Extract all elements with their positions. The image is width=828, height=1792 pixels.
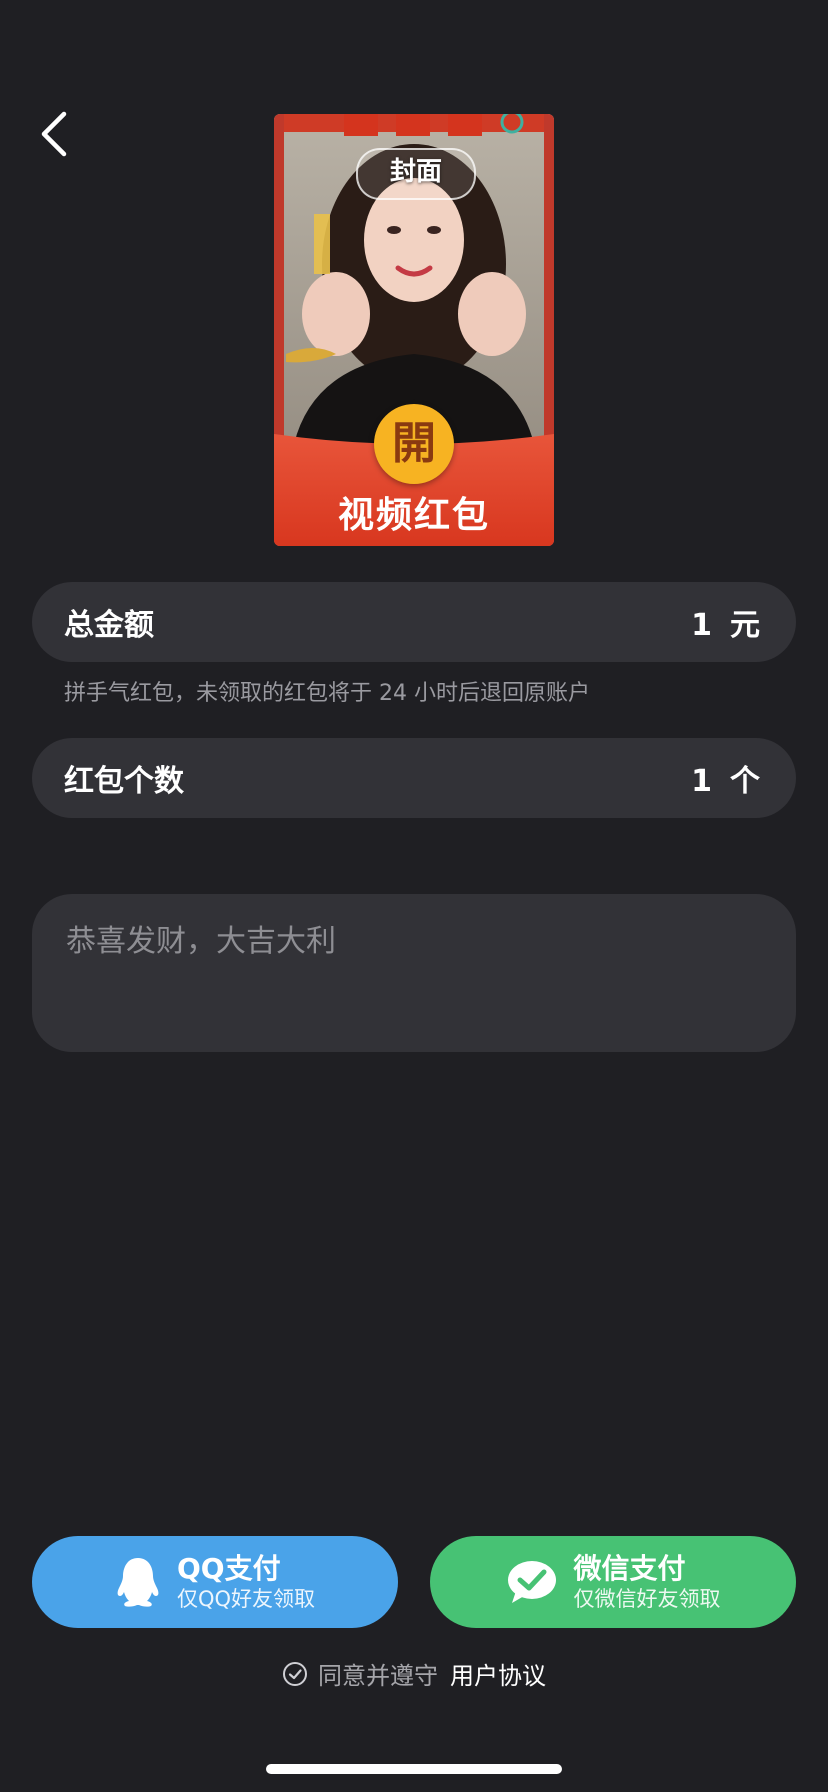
wechat-icon bbox=[506, 1559, 558, 1605]
chevron-left-icon bbox=[41, 111, 67, 157]
home-indicator bbox=[266, 1764, 562, 1774]
total-amount-row[interactable]: 总金额 1元 bbox=[32, 582, 796, 662]
qq-pay-subtitle: 仅QQ好友领取 bbox=[176, 1587, 316, 1611]
agreement-text: 同意并遵守 bbox=[318, 1662, 438, 1690]
envelope-cover[interactable]: 封面 開 视频红包 bbox=[274, 114, 554, 546]
greeting-box bbox=[32, 894, 796, 1052]
cover-label[interactable]: 封面 bbox=[356, 148, 476, 200]
wechat-pay-subtitle: 仅微信好友领取 bbox=[573, 1587, 721, 1611]
total-amount-number: 1 bbox=[691, 608, 712, 643]
qq-pay-button[interactable]: QQ支付 仅QQ好友领取 bbox=[32, 1536, 398, 1628]
greeting-input[interactable] bbox=[64, 914, 768, 1036]
total-amount-value[interactable]: 1元 bbox=[691, 600, 760, 644]
qq-pay-title: QQ支付 bbox=[176, 1552, 281, 1585]
open-badge: 開 bbox=[374, 404, 454, 484]
qq-penguin-icon bbox=[115, 1556, 161, 1608]
wechat-pay-button[interactable]: 微信支付 仅微信好友领取 bbox=[430, 1536, 796, 1628]
envelope-count-number: 1 bbox=[691, 764, 712, 799]
envelope-count-unit: 个 bbox=[730, 764, 760, 799]
total-amount-label: 总金额 bbox=[64, 608, 154, 643]
amount-hint: 拼手气红包，未领取的红包将于 24 小时后退回原账户 bbox=[64, 681, 590, 706]
envelope-count-value[interactable]: 1个 bbox=[691, 756, 760, 800]
agreement-row: 同意并遵守 用户协议 bbox=[0, 1656, 828, 1691]
check-circle-icon[interactable] bbox=[282, 1661, 308, 1687]
total-amount-unit: 元 bbox=[730, 608, 760, 643]
envelope-count-row[interactable]: 红包个数 1个 bbox=[32, 738, 796, 818]
user-agreement-link[interactable]: 用户协议 bbox=[450, 1656, 546, 1691]
back-button[interactable] bbox=[34, 108, 74, 160]
cover-title: 视频红包 bbox=[337, 495, 490, 536]
envelope-count-label: 红包个数 bbox=[64, 764, 184, 799]
wechat-pay-title: 微信支付 bbox=[573, 1552, 686, 1585]
